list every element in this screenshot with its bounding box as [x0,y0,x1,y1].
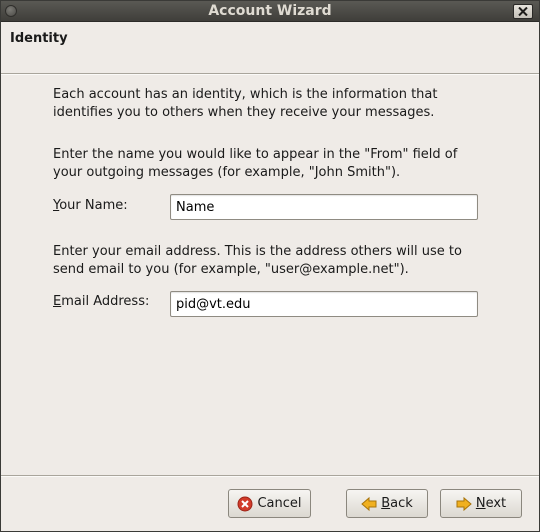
title-bar[interactable]: Account Wizard [1,1,539,22]
back-label-mnemonic: B [381,496,391,511]
cancel-button[interactable]: Cancel [228,489,311,518]
next-button[interactable]: Next [440,489,522,518]
next-label: Next [476,496,506,511]
arrow-right-icon [456,496,472,511]
email-field[interactable] [170,291,478,317]
cancel-icon [237,496,253,511]
wizard-header: Identity [1,23,539,73]
name-label: Your Name: [53,198,128,213]
intro-text: Each account has an identity, which is t… [53,87,438,120]
window-title: Account Wizard [208,3,332,19]
page-title: Identity [10,31,68,46]
arrow-left-icon [361,496,377,511]
footer-divider [1,475,539,477]
account-wizard-window: Account Wizard Identity Each account has… [0,0,540,532]
close-button[interactable] [513,4,533,19]
back-label-text: ack [390,496,413,511]
name-label-text: our Name: [59,198,128,213]
close-icon [518,7,528,16]
next-label-mnemonic: N [475,496,486,511]
email-instructions: Enter your email address. This is the ad… [53,244,462,277]
email-label-text: mail Address: [61,294,150,309]
header-divider [1,73,539,75]
name-instructions: Enter the name you would like to appear … [53,147,458,180]
name-field[interactable] [170,194,478,220]
next-label-text: ext [485,496,507,511]
back-button[interactable]: Back [346,489,428,518]
email-label-mnemonic: E [53,294,62,309]
cancel-label: Cancel [257,496,302,511]
back-label: Back [381,496,413,511]
email-label: Email Address: [53,294,149,309]
